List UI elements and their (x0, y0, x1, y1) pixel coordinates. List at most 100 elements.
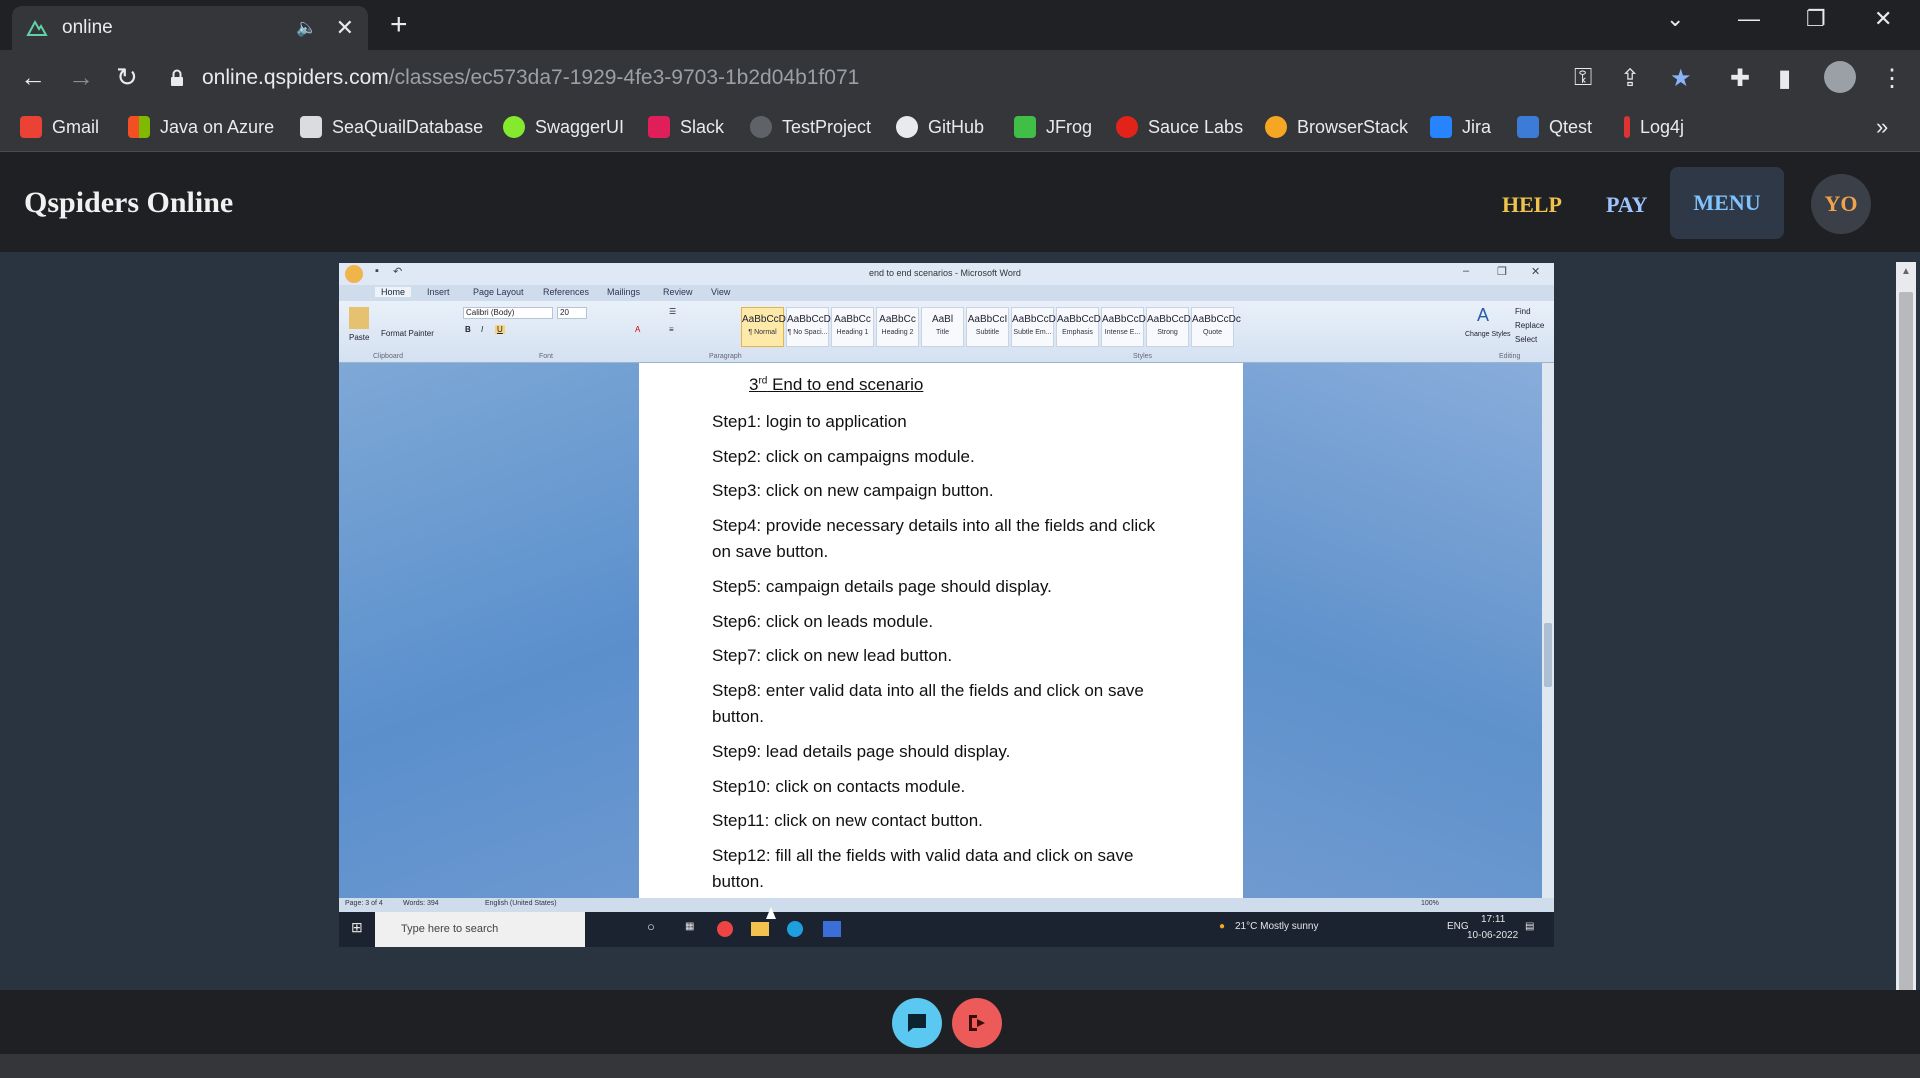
page-count[interactable]: Page: 3 of 4 (345, 900, 383, 907)
zoom-level[interactable]: 100% (1421, 900, 1439, 907)
format-painter-button[interactable]: Format Painter (381, 329, 434, 338)
italic-button[interactable]: I (481, 325, 483, 334)
more-bookmarks-button[interactable]: » (1876, 114, 1888, 140)
clock-date[interactable]: 10-06-2022 (1467, 930, 1518, 941)
keyboard-language[interactable]: ENG (1447, 921, 1469, 932)
leave-class-button[interactable] (952, 998, 1002, 1048)
weather-text[interactable]: 21°C Mostly sunny (1235, 921, 1318, 932)
close-window-button[interactable]: ✕ (1874, 6, 1892, 32)
clock-time[interactable]: 17:11 (1481, 914, 1505, 925)
word-vertical-scrollbar[interactable] (1542, 363, 1554, 898)
bookmark-sauce-labs[interactable]: Sauce Labs (1116, 116, 1243, 138)
page-scrollbar[interactable]: ▲ ▼ (1896, 262, 1916, 1054)
ribbon-tab-home[interactable]: Home (375, 287, 412, 297)
minimize-button[interactable]: — (1738, 6, 1760, 32)
style-option[interactable]: AaBbCcDc ¶ Normal (741, 307, 791, 347)
word-close-button[interactable]: ✕ (1531, 265, 1540, 278)
close-tab-icon[interactable]: ✕ (336, 15, 354, 41)
style-option[interactable]: AaBbCc Heading 1 (831, 307, 874, 347)
taskbar-search-box[interactable]: Type here to search (375, 912, 585, 947)
task-view-icon[interactable]: ▦ (685, 921, 694, 932)
style-option[interactable]: AaBl Title (921, 307, 964, 347)
browser-tab[interactable]: online 🔈 ✕ (12, 6, 368, 50)
ribbon-tab-references[interactable]: References (543, 287, 589, 297)
speaker-icon[interactable]: 🔈 (296, 18, 317, 38)
style-option[interactable]: AaBbCcDc Quote (1191, 307, 1241, 347)
back-icon[interactable]: ← (20, 62, 46, 93)
bookmark-swaggerui[interactable]: SwaggerUI (503, 116, 624, 138)
new-tab-button[interactable]: + (390, 8, 408, 42)
bookmark-github[interactable]: GitHub (896, 116, 984, 138)
ribbon-tab-review[interactable]: Review (663, 287, 693, 297)
bookmark-log4j[interactable]: Log4j (1624, 116, 1684, 138)
user-avatar[interactable]: YO (1811, 174, 1871, 234)
bookmark-browserstack[interactable]: BrowserStack (1265, 116, 1408, 138)
style-option[interactable]: AaBbCcDc Strong (1146, 307, 1196, 347)
font-name-box[interactable]: Calibri (Body) (463, 307, 553, 319)
style-option[interactable]: AaBbCc Heading 2 (876, 307, 919, 347)
language-indicator[interactable]: English (United States) (485, 900, 557, 907)
restore-button[interactable]: ❐ (1806, 6, 1826, 32)
style-option[interactable]: AaBbCcDc Subtle Em... (1011, 307, 1061, 347)
extensions-icon[interactable]: ✚ (1730, 64, 1750, 93)
side-panel-icon[interactable]: ▮ (1778, 64, 1791, 93)
reload-icon[interactable]: ↻ (116, 62, 138, 93)
align-left-icon[interactable]: ≡ (669, 325, 674, 334)
edge-icon[interactable] (787, 921, 803, 937)
word-scroll-thumb[interactable] (1544, 623, 1552, 687)
underline-button[interactable]: U (495, 325, 505, 334)
ribbon-tab-page-layout[interactable]: Page Layout (473, 287, 524, 297)
font-color-icon[interactable]: A (635, 325, 640, 334)
style-option[interactable]: AaBbCcI Subtitle (966, 307, 1009, 347)
style-option[interactable]: AaBbCcDc Intense E... (1101, 307, 1151, 347)
paste-icon[interactable] (349, 307, 369, 329)
address-bar[interactable]: online.qspiders.com/classes/ec573da7-192… (170, 58, 1550, 98)
ribbon-tab-insert[interactable]: Insert (427, 287, 450, 297)
office-button-icon[interactable] (345, 265, 363, 283)
bookmark-testproject[interactable]: TestProject (750, 116, 871, 138)
undo-icon[interactable]: ↶ (393, 265, 402, 278)
file-explorer-icon[interactable] (751, 922, 769, 936)
bookmark-slack[interactable]: Slack (648, 116, 724, 138)
pay-link[interactable]: PAY (1606, 192, 1648, 218)
bold-button[interactable]: B (465, 325, 471, 334)
change-styles-label[interactable]: Change Styles (1465, 331, 1511, 338)
bookmark-jfrog[interactable]: JFrog (1014, 116, 1092, 138)
find-button[interactable]: Find (1515, 307, 1531, 316)
cortana-icon[interactable]: ○ (647, 919, 655, 934)
share-icon[interactable]: ⇪ (1620, 64, 1640, 93)
notifications-icon[interactable]: ▤ (1525, 921, 1534, 932)
bookmark-java-on-azure[interactable]: Java on Azure (128, 116, 274, 138)
style-option[interactable]: AaBbCcDc Emphasis (1056, 307, 1106, 347)
chat-button[interactable] (892, 998, 942, 1048)
chrome-taskbar-icon[interactable] (717, 921, 733, 937)
select-button[interactable]: Select (1515, 335, 1537, 344)
bookmark-jira[interactable]: Jira (1430, 116, 1491, 138)
scroll-up-icon[interactable]: ▲ (1901, 266, 1911, 277)
document-page[interactable]: 3rd End to end scenario Step1: login to … (639, 363, 1243, 898)
change-styles-icon[interactable]: A (1477, 305, 1499, 327)
word-taskbar-icon[interactable] (823, 921, 841, 937)
scrollbar-thumb[interactable] (1899, 292, 1913, 992)
menu-button[interactable]: MENU (1670, 167, 1784, 239)
ribbon-tab-mailings[interactable]: Mailings (607, 287, 640, 297)
bookmark-qtest[interactable]: Qtest (1517, 116, 1592, 138)
key-icon[interactable]: ⚿ (1574, 64, 1592, 92)
style-option[interactable]: AaBbCcDc ¶ No Spaci... (786, 307, 836, 347)
bullets-icon[interactable]: ☰ (669, 307, 676, 316)
site-brand[interactable]: Qspiders Online (24, 186, 233, 220)
tab-search-icon[interactable]: ⌄ (1666, 6, 1684, 32)
save-icon[interactable]: ▪ (375, 265, 379, 277)
profile-avatar-icon[interactable] (1824, 61, 1856, 93)
bookmark-star-icon[interactable]: ★ (1670, 64, 1692, 93)
word-minimize-button[interactable]: – (1463, 265, 1469, 277)
word-restore-button[interactable]: ❐ (1497, 265, 1507, 278)
replace-button[interactable]: Replace (1515, 321, 1544, 330)
bookmark-gmail[interactable]: Gmail (20, 116, 99, 138)
kebab-menu-icon[interactable]: ⋮ (1880, 64, 1904, 93)
bookmark-seaquaildatabase[interactable]: SeaQuailDatabase (300, 116, 483, 138)
word-count[interactable]: Words: 394 (403, 900, 439, 907)
forward-icon[interactable]: → (68, 62, 94, 93)
ribbon-tab-view[interactable]: View (711, 287, 730, 297)
help-link[interactable]: HELP (1502, 192, 1562, 218)
